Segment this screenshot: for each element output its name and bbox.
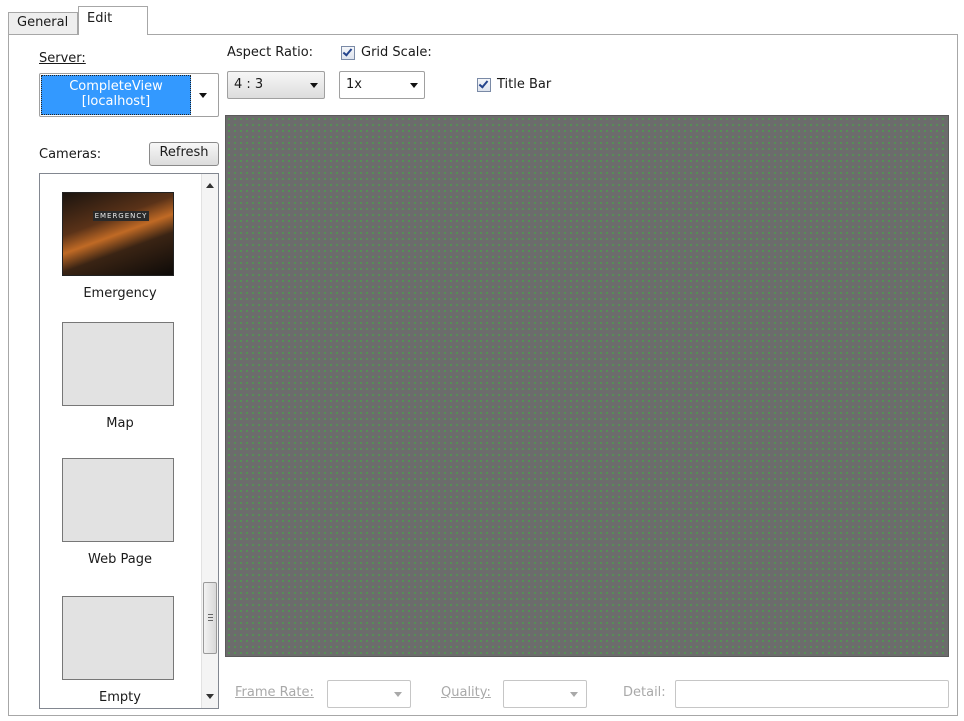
camera-label: Web Page: [88, 552, 152, 567]
camera-thumbnail[interactable]: [62, 458, 174, 542]
scrollbar-thumb[interactable]: [203, 582, 217, 654]
quality-label: Quality:: [441, 685, 491, 700]
aspect-ratio-value: 4 : 3: [234, 77, 264, 92]
camera-thumbnail[interactable]: [62, 596, 174, 680]
camera-label: Empty: [99, 690, 141, 705]
quality-label-text: Quality:: [441, 685, 491, 700]
camera-thumbnail[interactable]: [62, 322, 174, 406]
frame-rate-label-text: Frame Rate:: [235, 685, 314, 700]
camera-list[interactable]: EMERGENCY Emergency Map Web Page Empty: [39, 173, 219, 709]
detail-label: Detail:: [623, 685, 666, 700]
server-selected-value[interactable]: CompleteView [localhost]: [41, 75, 191, 115]
check-icon: [342, 46, 353, 57]
grip-line: [208, 620, 213, 621]
chevron-down-icon: [394, 692, 402, 697]
chevron-down-icon: [570, 692, 578, 697]
cameras-label: Cameras:: [39, 147, 102, 162]
tab-edit[interactable]: Edit: [78, 6, 148, 35]
grid-scale-value: 1x: [346, 77, 362, 92]
title-bar-label: Title Bar: [497, 77, 552, 92]
title-bar-checkbox[interactable]: [477, 78, 491, 92]
detail-field[interactable]: [675, 680, 949, 708]
layout-grid-canvas[interactable]: [225, 115, 949, 657]
server-dropdown-icon[interactable]: [199, 93, 207, 98]
grid-scale-select[interactable]: 1x: [339, 71, 425, 99]
server-label: Server:: [39, 51, 86, 66]
aspect-ratio-select[interactable]: 4 : 3: [227, 71, 325, 99]
scroll-down-icon[interactable]: [206, 694, 214, 699]
chevron-down-icon: [410, 83, 418, 88]
edit-panel: Server: CompleteView [localhost] Aspect …: [8, 34, 958, 716]
camera-list-scrollbar[interactable]: [201, 174, 218, 708]
chevron-down-icon: [310, 83, 318, 88]
grip-line: [208, 614, 213, 615]
server-name: CompleteView: [69, 79, 163, 94]
server-label-text: Server:: [39, 51, 86, 66]
camera-label: Map: [106, 416, 134, 431]
check-icon: [478, 78, 489, 89]
tab-general[interactable]: General: [8, 12, 78, 34]
grid-scale-label: Grid Scale:: [361, 45, 432, 60]
server-host: [localhost]: [81, 94, 151, 109]
grid-scale-checkbox[interactable]: [341, 46, 355, 60]
camera-label: Emergency: [83, 286, 157, 301]
frame-rate-label: Frame Rate:: [235, 685, 314, 700]
quality-select[interactable]: [503, 680, 587, 708]
scroll-up-icon[interactable]: [206, 183, 214, 188]
camera-thumbnail[interactable]: EMERGENCY: [62, 192, 174, 276]
thumbnail-sign-text: EMERGENCY: [93, 211, 149, 221]
aspect-ratio-label: Aspect Ratio:: [227, 45, 314, 60]
refresh-button[interactable]: Refresh: [149, 142, 219, 166]
grip-line: [208, 617, 213, 618]
frame-rate-select[interactable]: [327, 680, 411, 708]
